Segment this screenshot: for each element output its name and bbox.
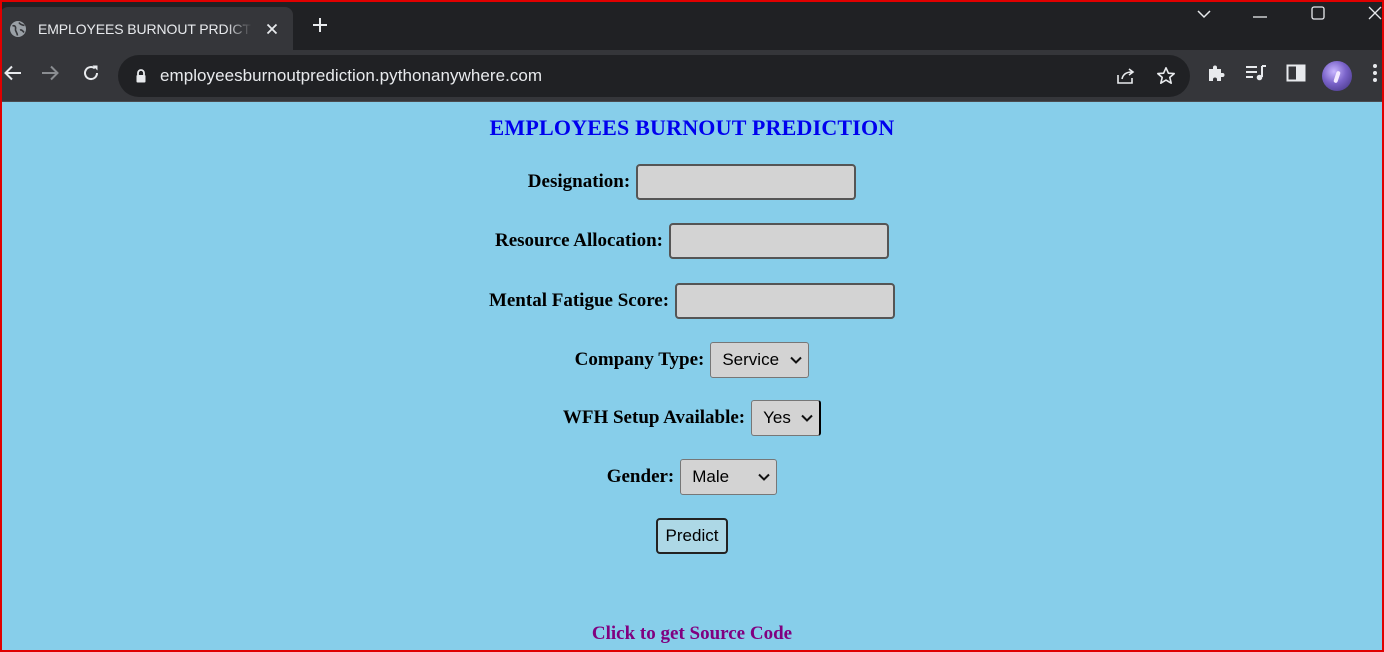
globe-icon bbox=[9, 20, 27, 38]
side-panel-button[interactable] bbox=[1283, 62, 1309, 88]
back-arrow-icon bbox=[4, 65, 22, 86]
wfh-setup-select[interactable]: Yes bbox=[751, 400, 822, 436]
designation-label: Designation: bbox=[527, 171, 631, 192]
designation-input[interactable] bbox=[636, 164, 857, 200]
new-tab-button[interactable] bbox=[308, 15, 332, 39]
url-text: employeesburnoutprediction.pythonanywher… bbox=[160, 66, 543, 85]
wfh-setup-row: WFH Setup Available: Yes bbox=[2, 400, 1382, 436]
company-type-select[interactable]: Service bbox=[710, 342, 810, 378]
minimize-button[interactable] bbox=[1246, 4, 1274, 26]
reload-button[interactable] bbox=[78, 62, 104, 88]
reload-icon bbox=[82, 64, 100, 87]
address-bar[interactable]: employeesburnoutprediction.pythonanywher… bbox=[118, 55, 1190, 97]
side-panel-icon bbox=[1286, 64, 1306, 87]
designation-row: Designation: bbox=[2, 164, 1382, 200]
wfh-setup-value: Yes bbox=[763, 408, 791, 427]
lock-icon bbox=[134, 68, 148, 84]
chevron-down-icon bbox=[758, 473, 770, 481]
star-icon[interactable] bbox=[1155, 65, 1177, 87]
tab-strip: EMPLOYEES BURNOUT PRDICTION bbox=[0, 0, 1384, 50]
menu-button[interactable] bbox=[1366, 62, 1384, 88]
browser-tab[interactable]: EMPLOYEES BURNOUT PRDICTION bbox=[0, 7, 293, 50]
media-controls-button[interactable] bbox=[1243, 62, 1269, 88]
company-type-value: Service bbox=[722, 350, 780, 369]
page-content: EMPLOYEES BURNOUT PREDICTION Designation… bbox=[2, 103, 1382, 650]
chevron-down-icon bbox=[790, 356, 803, 364]
source-code-link[interactable]: Click to get Source Code bbox=[2, 623, 1382, 645]
predict-row: Predict bbox=[2, 518, 1382, 554]
predict-button[interactable]: Predict bbox=[655, 518, 729, 554]
tab-search-button[interactable] bbox=[1190, 4, 1218, 26]
mental-fatigue-input[interactable] bbox=[675, 283, 896, 319]
gender-row: Gender: Male bbox=[2, 459, 1382, 495]
company-type-row: Company Type: Service bbox=[2, 342, 1382, 378]
gender-value: Male bbox=[692, 467, 730, 486]
back-button[interactable] bbox=[0, 62, 26, 88]
resource-allocation-row: Resource Allocation: bbox=[2, 223, 1382, 259]
browser-toolbar: employeesburnoutprediction.pythonanywher… bbox=[0, 50, 1384, 102]
forward-arrow-icon bbox=[41, 65, 59, 86]
gender-select[interactable]: Male bbox=[680, 459, 778, 495]
plus-icon bbox=[312, 17, 328, 38]
puzzle-icon bbox=[1206, 63, 1226, 88]
tab-title: EMPLOYEES BURNOUT PRDICTION bbox=[38, 20, 252, 37]
resource-allocation-input[interactable] bbox=[669, 223, 889, 259]
mental-fatigue-label: Mental Fatigue Score: bbox=[488, 290, 670, 311]
chevron-down-icon bbox=[1197, 6, 1211, 24]
company-type-label: Company Type: bbox=[574, 349, 705, 370]
wfh-setup-label: WFH Setup Available: bbox=[562, 407, 746, 428]
share-icon[interactable] bbox=[1115, 65, 1137, 87]
mental-fatigue-row: Mental Fatigue Score: bbox=[2, 283, 1382, 319]
maximize-button[interactable] bbox=[1304, 4, 1332, 26]
queue-music-icon bbox=[1245, 64, 1267, 87]
close-window-icon bbox=[1368, 6, 1382, 25]
minimize-icon bbox=[1253, 6, 1267, 24]
profile-avatar[interactable] bbox=[1322, 61, 1352, 91]
extensions-button[interactable] bbox=[1203, 62, 1229, 88]
close-icon[interactable] bbox=[263, 20, 281, 38]
close-window-button[interactable] bbox=[1361, 4, 1384, 26]
forward-button[interactable] bbox=[37, 62, 63, 88]
gender-label: Gender: bbox=[606, 466, 675, 487]
kebab-menu-icon bbox=[1372, 63, 1378, 88]
maximize-icon bbox=[1311, 5, 1325, 25]
resource-allocation-label: Resource Allocation: bbox=[495, 230, 663, 251]
chevron-down-icon bbox=[801, 414, 813, 422]
page-title: EMPLOYEES BURNOUT PREDICTION bbox=[489, 115, 895, 140]
